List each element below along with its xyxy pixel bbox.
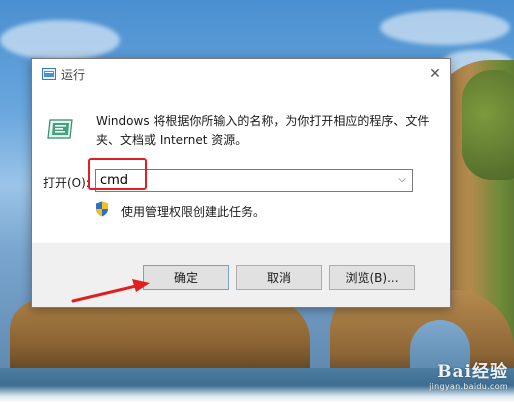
browse-button[interactable]: 浏览(B)... <box>329 265 415 290</box>
annotation-highlight-box <box>88 158 147 190</box>
chevron-down-icon[interactable]: ⌵ <box>396 174 408 186</box>
cancel-button[interactable]: 取消 <box>236 265 322 290</box>
dialog-content: Windows 将根据你所输入的名称，为你打开相应的程序、文件夹、文档或 Int… <box>32 89 450 243</box>
watermark-logo: Bai经验 <box>437 362 508 382</box>
run-icon <box>47 119 73 139</box>
title-bar[interactable]: 运行 ✕ <box>32 59 450 89</box>
dialog-description: Windows 将根据你所输入的名称，为你打开相应的程序、文件夹、文档或 Int… <box>96 114 430 147</box>
run-dialog: 运行 ✕ Windows 将根据你所输入的名称，为你打开相应的程序、文件夹、文档… <box>31 58 451 308</box>
watermark: Bai经验 jingyan.baidu.com <box>396 357 508 391</box>
open-label: 打开(O): <box>43 176 90 190</box>
rock-vegetation <box>462 70 514 180</box>
run-icon <box>42 68 56 80</box>
annotation-arrow <box>71 279 150 303</box>
uac-shield-icon <box>96 201 108 217</box>
admin-privilege-note: 使用管理权限创建此任务。 <box>121 205 266 219</box>
watermark-url: jingyan.baidu.com <box>429 382 508 391</box>
cloud <box>380 10 510 45</box>
rock-formation-left <box>10 300 310 375</box>
window-title: 运行 <box>61 68 86 82</box>
cloud <box>0 20 120 60</box>
close-button[interactable]: ✕ <box>420 59 450 89</box>
close-icon: ✕ <box>429 66 441 82</box>
